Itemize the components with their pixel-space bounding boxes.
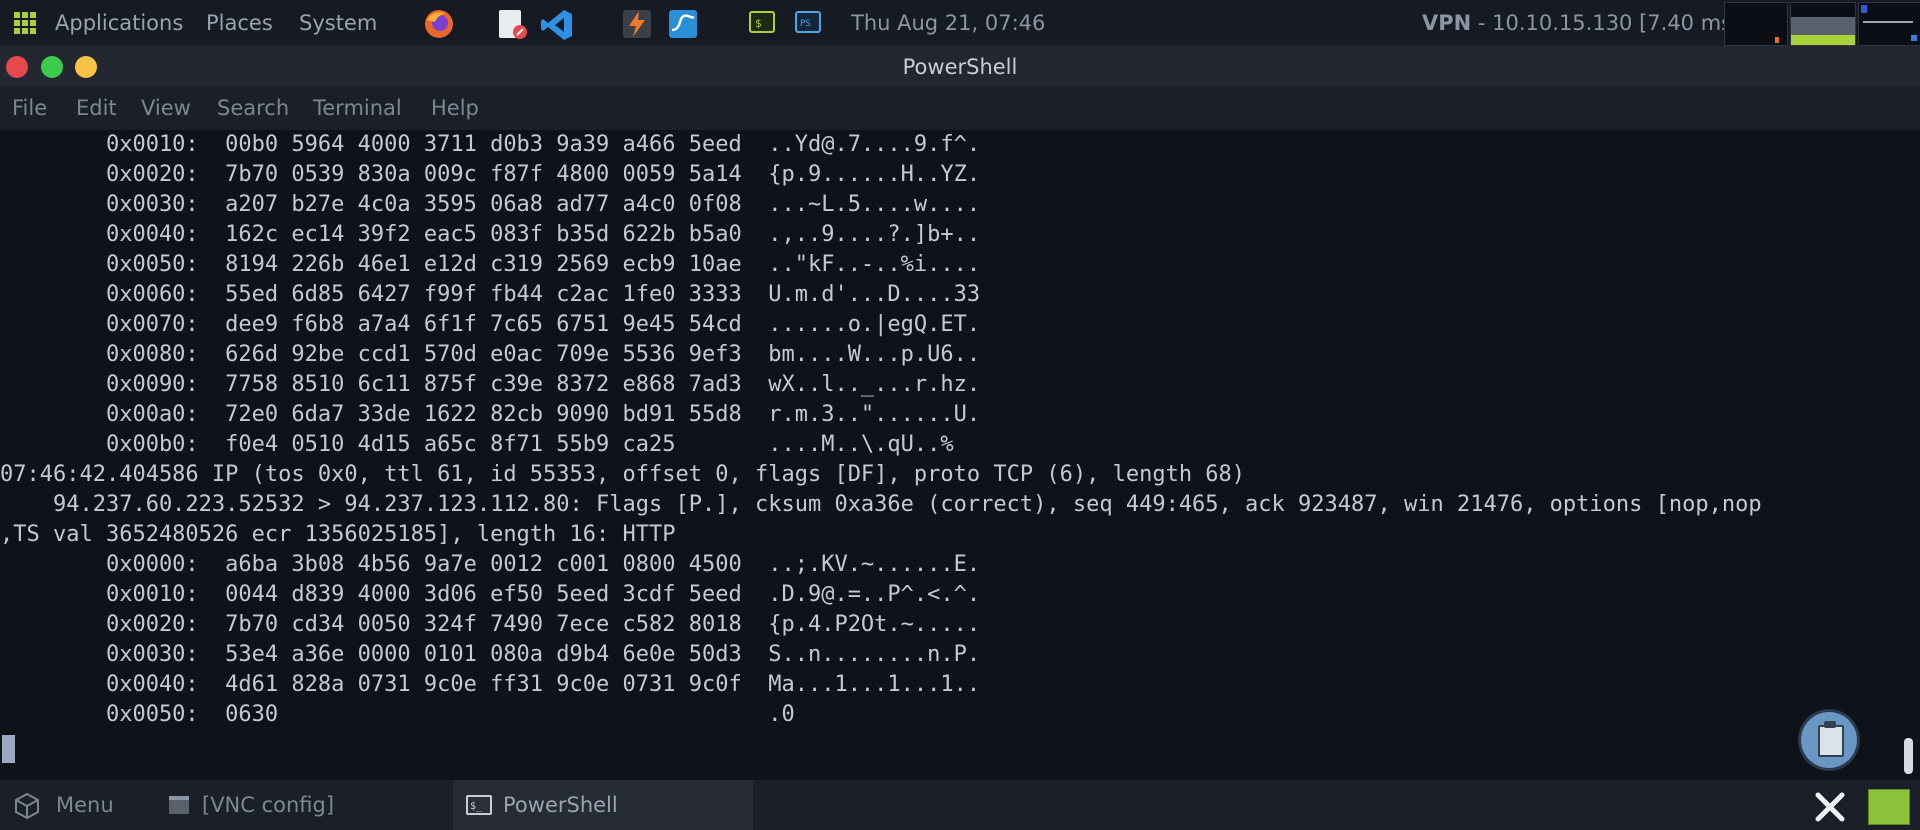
apps-grid-icon[interactable] — [14, 12, 36, 34]
menu-terminal[interactable]: Terminal — [313, 96, 402, 120]
vscode-icon[interactable] — [540, 8, 572, 40]
menu-file[interactable]: File — [12, 96, 47, 120]
window-titlebar[interactable]: PowerShell — [0, 46, 1920, 86]
terminal-line: 0x0070: dee9 f6b8 a7a4 6f1f 7c65 6751 9e… — [0, 312, 981, 337]
menu-edit[interactable]: Edit — [76, 96, 117, 120]
wireshark-icon[interactable] — [667, 8, 699, 40]
taskbar-menu-button[interactable]: Menu — [0, 780, 150, 830]
network-monitor[interactable] — [1858, 2, 1920, 46]
svg-text:$: $ — [755, 17, 762, 30]
applications-menu[interactable]: Applications — [55, 11, 183, 35]
terminal-line: 94.237.60.223.52532 > 94.237.123.112.80:… — [0, 492, 1762, 517]
terminal-line: 0x0010: 0044 d839 4000 3d06 ef50 5eed 3c… — [0, 582, 981, 607]
vpn-status: VPN - 10.10.15.130 [7.40 ms] — [1422, 11, 1740, 35]
menu-view[interactable]: View — [141, 96, 191, 120]
show-desktop-button[interactable] — [1868, 789, 1910, 825]
cpu-monitor[interactable] — [1724, 2, 1788, 46]
system-menu[interactable]: System — [299, 11, 377, 35]
terminal-output[interactable]: 0x0010: 00b0 5964 4000 3711 d0b3 9a39 a4… — [0, 130, 1920, 780]
taskbar-powershell[interactable]: $_ PowerShell — [453, 780, 753, 830]
terminal-line: 0x0030: 53e4 a36e 0000 0101 080a d9b4 6e… — [0, 642, 981, 667]
clipboard-icon — [1818, 725, 1844, 757]
svg-text:PS: PS — [800, 19, 811, 29]
terminal-line: 0x0060: 55ed 6d85 6427 f99f fb44 c2ac 1f… — [0, 282, 981, 307]
powershell-icon[interactable]: PS — [794, 8, 826, 40]
terminal-line: 0x0050: 0630 .0 — [0, 702, 795, 727]
terminal-line: 0x0020: 7b70 cd34 0050 324f 7490 7ece c5… — [0, 612, 981, 637]
vpn-value: - 10.10.15.130 [7.40 ms] — [1471, 11, 1741, 35]
text-editor-icon[interactable] — [496, 8, 528, 40]
terminal-line: 0x0050: 8194 226b 46e1 e12d c319 2569 ec… — [0, 252, 981, 277]
menubar: File Edit View Search Terminal Help — [0, 86, 1920, 130]
top-panel: Applications Places System $ PS Thu Aug … — [0, 0, 1920, 46]
taskbar-vnc-config[interactable]: [VNC config] — [160, 780, 430, 830]
terminal-icon: $_ — [466, 795, 492, 815]
terminal-line: 0x00a0: 72e0 6da7 33de 1622 82cb 9090 bd… — [0, 402, 981, 427]
terminal-line: 07:46:42.404586 IP (tos 0x0, ttl 61, id … — [0, 462, 1246, 487]
taskbar: Menu [VNC config] $_ PowerShell — [0, 780, 1920, 830]
menu-help[interactable]: Help — [431, 96, 479, 120]
terminal-line: 0x0030: a207 b27e 4c0a 3595 06a8 ad77 a4… — [0, 192, 981, 217]
taskbar-menu-label: Menu — [56, 793, 114, 817]
terminal-line: 0x0080: 626d 92be ccd1 570d e0ac 709e 55… — [0, 342, 981, 367]
window-title: PowerShell — [902, 55, 1018, 79]
terminal-line: 0x00b0: f0e4 0510 4d15 a65c 8f71 55b9 ca… — [0, 432, 954, 457]
places-menu[interactable]: Places — [206, 11, 273, 35]
burpsuite-icon[interactable] — [621, 8, 653, 40]
svg-text:$_: $_ — [470, 801, 483, 812]
window-icon — [169, 796, 189, 814]
terminal-line: 0x0000: a6ba 3b08 4b56 9a7e 0012 c001 08… — [0, 552, 981, 577]
taskbar-vnc-label: [VNC config] — [202, 793, 335, 817]
memory-monitor[interactable] — [1790, 2, 1856, 46]
clock[interactable]: Thu Aug 21, 07:46 — [851, 11, 1045, 35]
clipboard-button[interactable] — [1801, 712, 1857, 768]
cube-icon — [15, 792, 39, 820]
vpn-label: VPN — [1422, 11, 1472, 35]
taskbar-powershell-label: PowerShell — [503, 793, 618, 817]
terminal-line: 0x0020: 7b70 0539 830a 009c f87f 4800 00… — [0, 162, 981, 187]
firefox-icon[interactable] — [423, 8, 455, 40]
menu-search[interactable]: Search — [217, 96, 289, 120]
terminal-line: ,TS val 3652480526 ecr 1356025185], leng… — [0, 522, 676, 547]
terminal-icon[interactable]: $ — [748, 8, 780, 40]
terminal-cursor — [2, 735, 15, 763]
terminal-line: 0x0040: 162c ec14 39f2 eac5 083f b35d 62… — [0, 222, 981, 247]
terminal-scrollbar[interactable] — [1904, 738, 1913, 774]
terminal-line: 0x0040: 4d61 828a 0731 9c0e ff31 9c0e 07… — [0, 672, 981, 697]
terminal-line: 0x0090: 7758 8510 6c11 875f c39e 8372 e8… — [0, 372, 981, 397]
close-icon[interactable] — [1812, 789, 1848, 825]
terminal-line: 0x0010: 00b0 5964 4000 3711 d0b3 9a39 a4… — [0, 132, 981, 157]
